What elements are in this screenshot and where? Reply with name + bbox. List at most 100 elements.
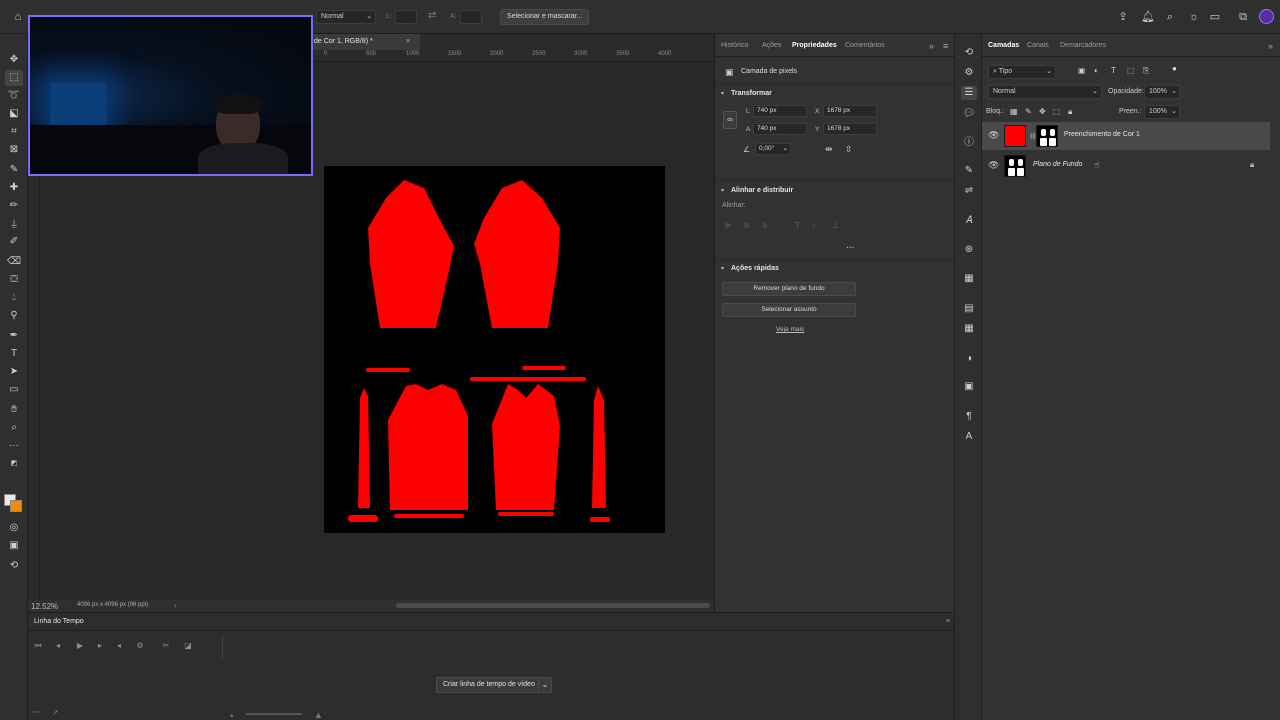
create-video-timeline-button[interactable]: Criar linha de tempo de vídeo (436, 677, 542, 693)
flip-horizontal-icon[interactable]: ⇹ (825, 144, 833, 155)
filter-shape-icon[interactable]: ⬚ (1127, 66, 1135, 75)
info-panel-icon[interactable]: ⓘ (961, 136, 977, 150)
cut-icon[interactable]: ✂ (160, 641, 172, 650)
flip-vertical-icon[interactable]: ⇳ (845, 144, 853, 155)
paint-bucket-tool-icon[interactable]: ⛋ (5, 272, 23, 288)
bell-icon[interactable]: 🔔︎ (1141, 10, 1155, 24)
fill-field[interactable]: 100% ⌄ (1144, 105, 1180, 119)
lock-pixels-icon[interactable]: ✎ (1025, 107, 1032, 116)
filter-adjustment-icon[interactable]: ◐ (1094, 66, 1099, 75)
gradient-icon[interactable]: ▤ (961, 302, 977, 316)
align-center-h-icon[interactable]: ⊪ (744, 221, 751, 230)
filter-toggle-icon[interactable]: ● (1172, 64, 1177, 73)
glyphs-icon[interactable]: 𝐴 (961, 214, 977, 228)
blend-mode-select[interactable]: Normal ⌄ (316, 10, 376, 24)
window-icon[interactable]: ⧉ (1236, 10, 1250, 24)
comments-panel-icon[interactable]: 💬︎ (961, 107, 977, 121)
lock-position-icon[interactable]: ✥ (1039, 107, 1046, 116)
hand-tool-icon[interactable]: ✋︎ (5, 402, 23, 418)
play-icon[interactable]: ▶ (74, 641, 86, 650)
layer-name[interactable]: Plano de Fundo (1033, 161, 1082, 168)
eye-icon[interactable]: 👁︎ (988, 130, 999, 141)
eyedropper-tool-icon[interactable]: ✎ (5, 162, 23, 178)
tab-actions[interactable]: Ações (762, 42, 781, 49)
align-left-icon[interactable]: ⊫ (725, 221, 732, 230)
share-document-icon[interactable]: ⟲ (5, 558, 23, 574)
next-frame-icon[interactable]: ▸ (94, 641, 106, 650)
close-icon[interactable]: × (406, 34, 410, 50)
timeline-tab[interactable]: Linha do Tempo ≡ (28, 613, 954, 631)
history-brush-tool-icon[interactable]: ✐ (5, 234, 23, 250)
tab-history[interactable]: Histórico (721, 42, 748, 49)
dodge-tool-icon[interactable]: ⚲ (5, 308, 23, 324)
document-canvas[interactable] (324, 166, 665, 533)
audio-icon[interactable]: ◂ (113, 641, 125, 650)
paragraph-icon[interactable]: ¶ (961, 410, 977, 424)
workspace-icon[interactable]: ▭ (1208, 10, 1222, 24)
align-center-v-icon[interactable]: ⊦ (813, 221, 817, 230)
zoom-in-icon[interactable]: ▲ (314, 710, 323, 720)
tab-layers[interactable]: Camadas (988, 42, 1019, 49)
caret-down-icon[interactable]: ▾ (721, 90, 724, 97)
swap-icon[interactable]: ⇄ (428, 10, 436, 21)
lock-icon[interactable]: 🔒︎ (1250, 160, 1254, 170)
panel-menu-icon[interactable]: ≡ (943, 41, 948, 51)
avatar[interactable] (1259, 9, 1274, 24)
layer-row-background[interactable]: 👁︎ Plano de Fundo ☝ 🔒︎ (982, 152, 1270, 180)
eye-icon[interactable]: 👁︎ (988, 160, 999, 171)
screen-mode-icon[interactable]: ▣ (5, 538, 23, 554)
share-icon[interactable]: ⇪ (1116, 10, 1130, 24)
default-colors-icon[interactable]: ◩ (5, 456, 23, 472)
select-subject-button[interactable]: Selecionar assunto (722, 303, 856, 317)
width-field[interactable]: 740 px (753, 105, 807, 117)
filter-smart-object-icon[interactable]: ⎘ (1143, 66, 1149, 76)
horizontal-scrollbar[interactable] (396, 603, 710, 608)
convert-icon[interactable]: ➚ (52, 708, 59, 717)
brush-settings-icon[interactable]: ✎ (961, 164, 977, 178)
3d-icon[interactable]: ⊛ (961, 243, 977, 257)
search-icon[interactable]: ⌕ (1163, 10, 1177, 24)
marquee-tool-icon[interactable]: ⬚ (5, 70, 23, 86)
zoom-tool-icon[interactable]: ⌕ (5, 420, 23, 436)
filter-pixel-icon[interactable]: ▣ (1078, 66, 1086, 75)
zoom-out-icon[interactable]: ▴ (230, 711, 234, 719)
settings-icon[interactable]: ⚙ (134, 641, 146, 650)
actions-panel-icon[interactable]: ⚙ (961, 66, 977, 80)
caret-down-icon[interactable]: ▾ (721, 265, 724, 272)
background-color-swatch[interactable] (10, 500, 22, 512)
chevron-right-icon[interactable]: › (174, 601, 177, 610)
width-field[interactable] (395, 10, 417, 24)
align-right-icon[interactable]: ⊩ (763, 221, 770, 230)
character-icon[interactable]: A (961, 430, 977, 444)
layer-blend-mode-select[interactable]: Normal ⌄ (988, 85, 1102, 99)
angle-field[interactable]: 0,00° ⌄ (755, 143, 791, 155)
learn-more-link[interactable]: Veja mais (776, 326, 804, 333)
color-icon[interactable]: ◑ (961, 352, 977, 366)
table-icon[interactable]: ▦ (961, 272, 977, 286)
more-options-icon[interactable]: ... (846, 240, 854, 251)
remove-background-button[interactable]: Remover plano de fundo (722, 282, 856, 296)
layer-row-color-fill[interactable]: 👁︎ ⛓ Preenchimento de Cor 1 (982, 122, 1270, 150)
frame-tool-icon[interactable]: ⊠ (5, 142, 23, 158)
lock-artboard-icon[interactable]: ⬚ (1053, 107, 1061, 116)
height-field[interactable]: 740 px (753, 123, 807, 135)
transition-icon[interactable]: ◪ (182, 641, 194, 650)
eraser-tool-icon[interactable]: ⌫ (5, 254, 23, 270)
tab-channels[interactable]: Canais (1027, 42, 1049, 49)
panel-menu-icon[interactable]: ≡ (946, 613, 950, 631)
adjustments-icon[interactable]: ⇌ (961, 184, 977, 198)
rectangle-tool-icon[interactable]: ▭ (5, 382, 23, 398)
caret-down-icon[interactable]: ▾ (721, 187, 724, 194)
swatches-icon[interactable]: ▦ (961, 322, 977, 336)
first-frame-icon[interactable]: ⏮ (32, 641, 44, 651)
home-icon[interactable]: ⌂ (11, 10, 25, 24)
blur-tool-icon[interactable]: 💧︎ (5, 290, 23, 306)
libraries-icon[interactable]: ▣ (961, 380, 977, 394)
chevron-down-icon[interactable]: ⌄ (538, 677, 552, 693)
document-info[interactable]: 4096 px x 4096 px (96 ppi) (77, 602, 148, 608)
align-top-icon[interactable]: ⊤ (794, 221, 801, 230)
collapse-icon[interactable]: » (929, 41, 934, 51)
healing-brush-tool-icon[interactable]: ✚ (5, 180, 23, 196)
align-section-title[interactable]: Alinhar e distribuir (731, 187, 793, 194)
select-and-mask-button[interactable]: Selecionar e mascarar... (500, 9, 590, 25)
